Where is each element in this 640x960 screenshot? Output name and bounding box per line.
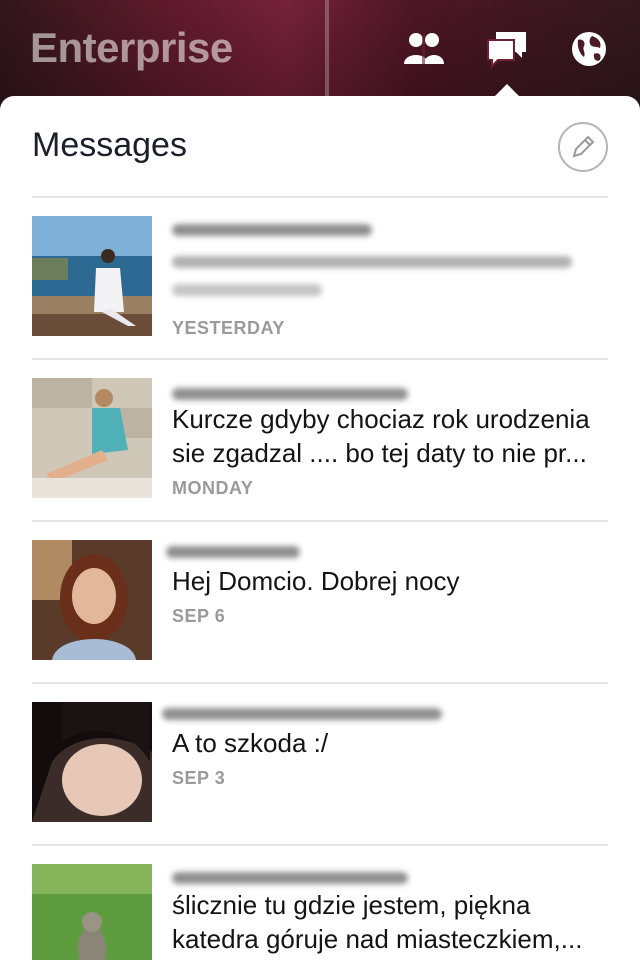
compose-button[interactable] [558, 122, 608, 172]
message-row[interactable]: YESTERDAY [32, 196, 608, 360]
avatar [32, 216, 152, 336]
message-preview-line: ślicznie tu gdzie jestem, piękna [172, 890, 531, 920]
app-title: Enterprise [30, 24, 233, 71]
message-row[interactable]: A to szkoda :/ SEP 3 [32, 682, 608, 846]
message-preview-line: A to szkoda :/ [172, 728, 329, 758]
panel-title: Messages [32, 126, 187, 164]
panel-header: Messages [32, 96, 608, 198]
avatar [32, 378, 152, 498]
message-time: SEP 3 [172, 768, 226, 788]
sender-name-redacted [172, 224, 372, 236]
message-preview-line: katedra góruje nad miasteczkiem,... [172, 924, 583, 954]
pencil-icon [572, 135, 595, 158]
sender-name-redacted [162, 708, 442, 720]
friends-icon[interactable] [402, 30, 444, 66]
messages-panel: Messages YESTERDAY Kurcze gdyby chociaz … [0, 96, 640, 960]
sender-name-redacted [172, 388, 408, 400]
avatar [32, 864, 152, 960]
message-row[interactable]: ślicznie tu gdzie jestem, piękna katedra… [32, 844, 608, 960]
avatar [32, 540, 152, 660]
sender-name-redacted [172, 872, 408, 884]
background-pole [325, 0, 329, 100]
avatar [32, 702, 152, 822]
message-preview-redacted [172, 256, 572, 268]
message-time: MONDAY [172, 478, 254, 498]
message-preview-redacted [172, 284, 322, 296]
message-preview-line: Kurcze gdyby chociaz rok urodzenia [172, 404, 590, 434]
sender-name-redacted [166, 546, 300, 558]
message-row[interactable]: Hej Domcio. Dobrej nocy SEP 6 [32, 520, 608, 684]
messages-icon[interactable] [486, 30, 526, 69]
top-bar: Enterprise [0, 0, 640, 100]
message-preview-line: sie zgadzal .... bo tej daty to nie pr..… [172, 438, 587, 468]
globe-icon[interactable] [570, 30, 610, 66]
message-row[interactable]: Kurcze gdyby chociaz rok urodzenia sie z… [32, 358, 608, 522]
message-time: SEP 6 [172, 606, 226, 626]
message-preview-line: Hej Domcio. Dobrej nocy [172, 566, 460, 596]
message-time: YESTERDAY [172, 318, 285, 338]
